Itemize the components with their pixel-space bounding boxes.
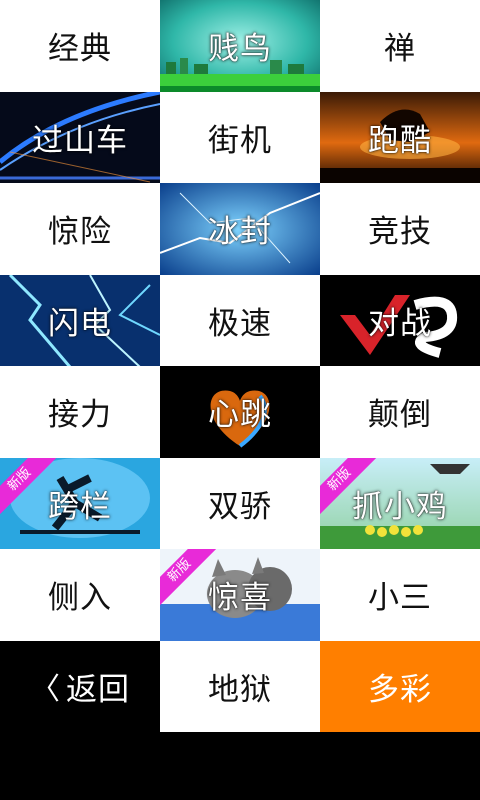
mode-label: 地狱 xyxy=(208,671,272,708)
mode-tile-9[interactable]: 闪电 xyxy=(0,274,160,366)
mode-label: 贱鸟 xyxy=(208,31,272,68)
mode-tile-6[interactable]: 惊险 xyxy=(0,183,160,275)
mode-tile-17[interactable]: 新版 抓小鸡 xyxy=(320,457,480,549)
mode-label: 跑酷 xyxy=(368,122,432,159)
mode-label: 返回 xyxy=(66,671,130,708)
mode-label: 心跳 xyxy=(208,397,272,434)
back-chevron-icon: 〈 xyxy=(30,672,60,708)
mode-tile-8[interactable]: 竞技 xyxy=(320,183,480,275)
mode-label: 闪电 xyxy=(48,305,112,342)
mode-grid: 经典 贱鸟 禅过山车 街机 跑酷惊险 冰封 竞技闪电 极速 对战接力 心跳 颠倒新版 跨栏 双骄 新版 抓小… xyxy=(0,0,480,732)
mode-label: 竞技 xyxy=(368,214,432,251)
mode-tile-0[interactable]: 经典 xyxy=(0,0,160,92)
mode-label: 街机 xyxy=(208,122,272,159)
mode-tile-5[interactable]: 跑酷 xyxy=(320,91,480,183)
mode-tile-15[interactable]: 新版 跨栏 xyxy=(0,457,160,549)
mode-label: 禅 xyxy=(384,31,416,68)
mode-label: 跨栏 xyxy=(48,488,112,525)
mode-label: 惊险 xyxy=(48,214,112,251)
mode-label: 多彩 xyxy=(368,671,432,708)
mode-label: 抓小鸡 xyxy=(352,488,448,525)
mode-tile-19[interactable]: 新版 惊喜 xyxy=(160,549,320,641)
mode-tile-11[interactable]: 对战 xyxy=(320,274,480,366)
mode-label: 冰封 xyxy=(208,214,272,251)
mode-tile-16[interactable]: 双骄 xyxy=(160,457,320,549)
mode-label: 极速 xyxy=(208,305,272,342)
mode-label: 双骄 xyxy=(208,488,272,525)
back-button[interactable]: 〈返回 xyxy=(0,640,160,732)
mode-tile-18[interactable]: 侧入 xyxy=(0,549,160,641)
mode-tile-3[interactable]: 过山车 xyxy=(0,91,160,183)
mode-tile-7[interactable]: 冰封 xyxy=(160,183,320,275)
mode-tile-13[interactable]: 心跳 xyxy=(160,366,320,458)
mode-tile-20[interactable]: 小三 xyxy=(320,549,480,641)
mode-label: 侧入 xyxy=(48,580,112,617)
mode-label: 惊喜 xyxy=(208,580,272,617)
mode-tile-22[interactable]: 地狱 xyxy=(160,640,320,732)
mode-tile-4[interactable]: 街机 xyxy=(160,91,320,183)
mode-tile-23[interactable]: 多彩 xyxy=(320,640,480,732)
mode-label: 小三 xyxy=(368,580,432,617)
mode-label: 对战 xyxy=(368,305,432,342)
mode-tile-12[interactable]: 接力 xyxy=(0,366,160,458)
mode-label: 过山车 xyxy=(32,122,128,159)
back-button-content: 〈返回 xyxy=(30,664,130,709)
mode-tile-1[interactable]: 贱鸟 xyxy=(160,0,320,92)
mode-tile-2[interactable]: 禅 xyxy=(320,0,480,92)
mode-tile-14[interactable]: 颠倒 xyxy=(320,366,480,458)
mode-tile-10[interactable]: 极速 xyxy=(160,274,320,366)
mode-label: 颠倒 xyxy=(368,397,432,434)
mode-label: 接力 xyxy=(48,397,112,434)
mode-label: 经典 xyxy=(48,31,112,68)
